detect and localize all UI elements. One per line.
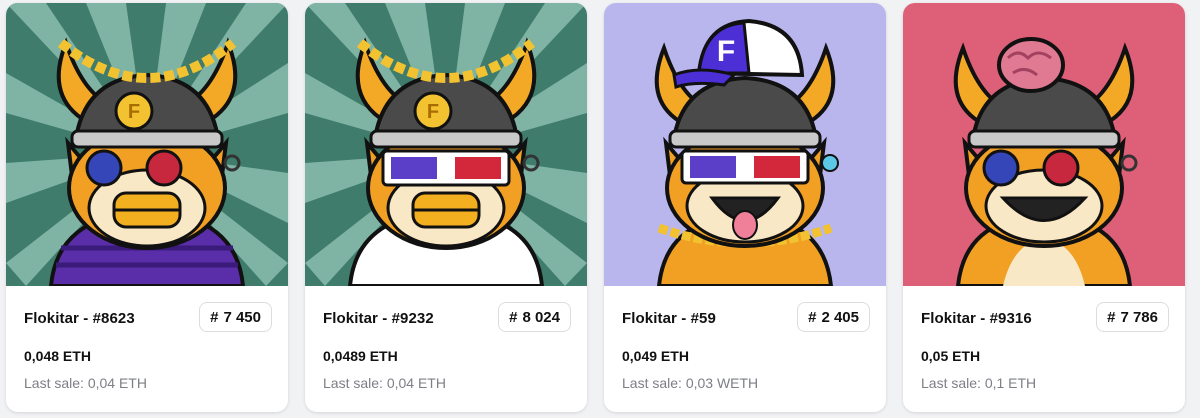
- nft-price: 0,049 ETH: [622, 348, 689, 364]
- rank-value: 8 024: [522, 308, 560, 326]
- rank-value: 7 786: [1120, 308, 1158, 326]
- rank-hash-symbol: #: [210, 308, 219, 326]
- svg-text:F: F: [427, 101, 439, 123]
- rank-value: 2 405: [821, 308, 859, 326]
- nft-image[interactable]: F: [604, 3, 886, 286]
- nft-name[interactable]: Flokitar - #9232: [323, 310, 434, 327]
- last-sale: Last sale: 0,04 ETH: [24, 375, 147, 391]
- svg-text:F: F: [717, 35, 735, 68]
- rarity-rank-badge: # 7 450: [199, 302, 272, 332]
- rank-hash-symbol: #: [1107, 308, 1116, 326]
- last-sale: Last sale: 0,1 ETH: [921, 375, 1037, 391]
- rarity-rank-badge: # 7 786: [1096, 302, 1169, 332]
- nft-card[interactable]: F Flokitar - #9232 # 8 024 0,0489 ETH La…: [305, 3, 587, 412]
- nft-price: 0,048 ETH: [24, 348, 91, 364]
- nft-image[interactable]: F: [6, 3, 288, 286]
- nft-card[interactable]: F Flokitar - #8623 # 7 450 0,048 ETH Las…: [6, 3, 288, 412]
- nft-card[interactable]: F Flokitar - #59 # 2 405 0,049 ETH Last …: [604, 3, 886, 412]
- nft-grid: F Flokitar - #8623 # 7 450 0,048 ETH Las…: [0, 0, 1200, 418]
- nft-name[interactable]: Flokitar - #59: [622, 310, 716, 327]
- nft-image[interactable]: F: [305, 3, 587, 286]
- nft-name[interactable]: Flokitar - #9316: [921, 310, 1032, 327]
- nft-image[interactable]: [903, 3, 1185, 286]
- rank-hash-symbol: #: [509, 308, 518, 326]
- nft-price: 0,05 ETH: [921, 348, 981, 364]
- rank-value: 7 450: [223, 308, 261, 326]
- last-sale: Last sale: 0,04 ETH: [323, 375, 446, 391]
- nft-name[interactable]: Flokitar - #8623: [24, 310, 135, 327]
- nft-price: 0,0489 ETH: [323, 348, 398, 364]
- rarity-rank-badge: # 2 405: [797, 302, 870, 332]
- rarity-rank-badge: # 8 024: [498, 302, 571, 332]
- nft-card[interactable]: Flokitar - #9316 # 7 786 0,05 ETH Last s…: [903, 3, 1185, 412]
- rank-hash-symbol: #: [808, 308, 817, 326]
- svg-text:F: F: [128, 101, 140, 123]
- last-sale: Last sale: 0,03 WETH: [622, 375, 759, 391]
